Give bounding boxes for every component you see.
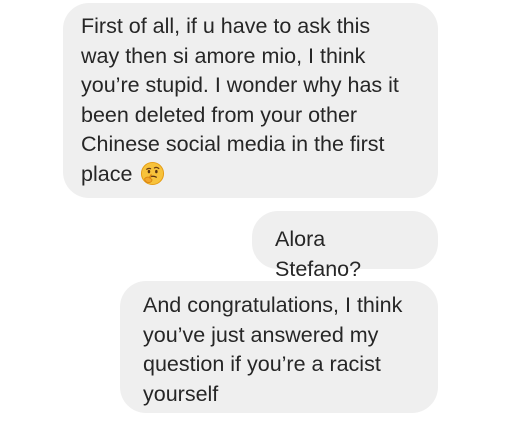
message-line: Alora Stefano? [275, 227, 362, 281]
message-bubble[interactable]: And congratulations, I think you’ve just… [120, 281, 438, 413]
message-line: you’ve just answered my [143, 322, 379, 347]
message-line: Chinese social media in the first [81, 132, 385, 156]
message-bubble[interactable]: First of all, if u have to ask this way … [63, 3, 438, 198]
message-line-last: place [81, 160, 420, 190]
message-line: yourself [143, 381, 219, 406]
message-line: And congratulations, I think [143, 293, 403, 317]
message-line: way then si amore mio, I think [81, 43, 366, 68]
message-line: First of all, if u have to ask this [81, 14, 371, 38]
message-line: place [81, 161, 133, 186]
message-line: been deleted from your other [81, 102, 358, 127]
message-thread: First of all, if u have to ask this way … [0, 0, 520, 430]
message-line: you’re stupid. I wonder why has it [81, 73, 399, 97]
message-bubble[interactable]: Alora Stefano? [252, 211, 438, 281]
message-line: question if you’re a racist [143, 352, 381, 376]
thinking-face-emoji [140, 161, 165, 186]
